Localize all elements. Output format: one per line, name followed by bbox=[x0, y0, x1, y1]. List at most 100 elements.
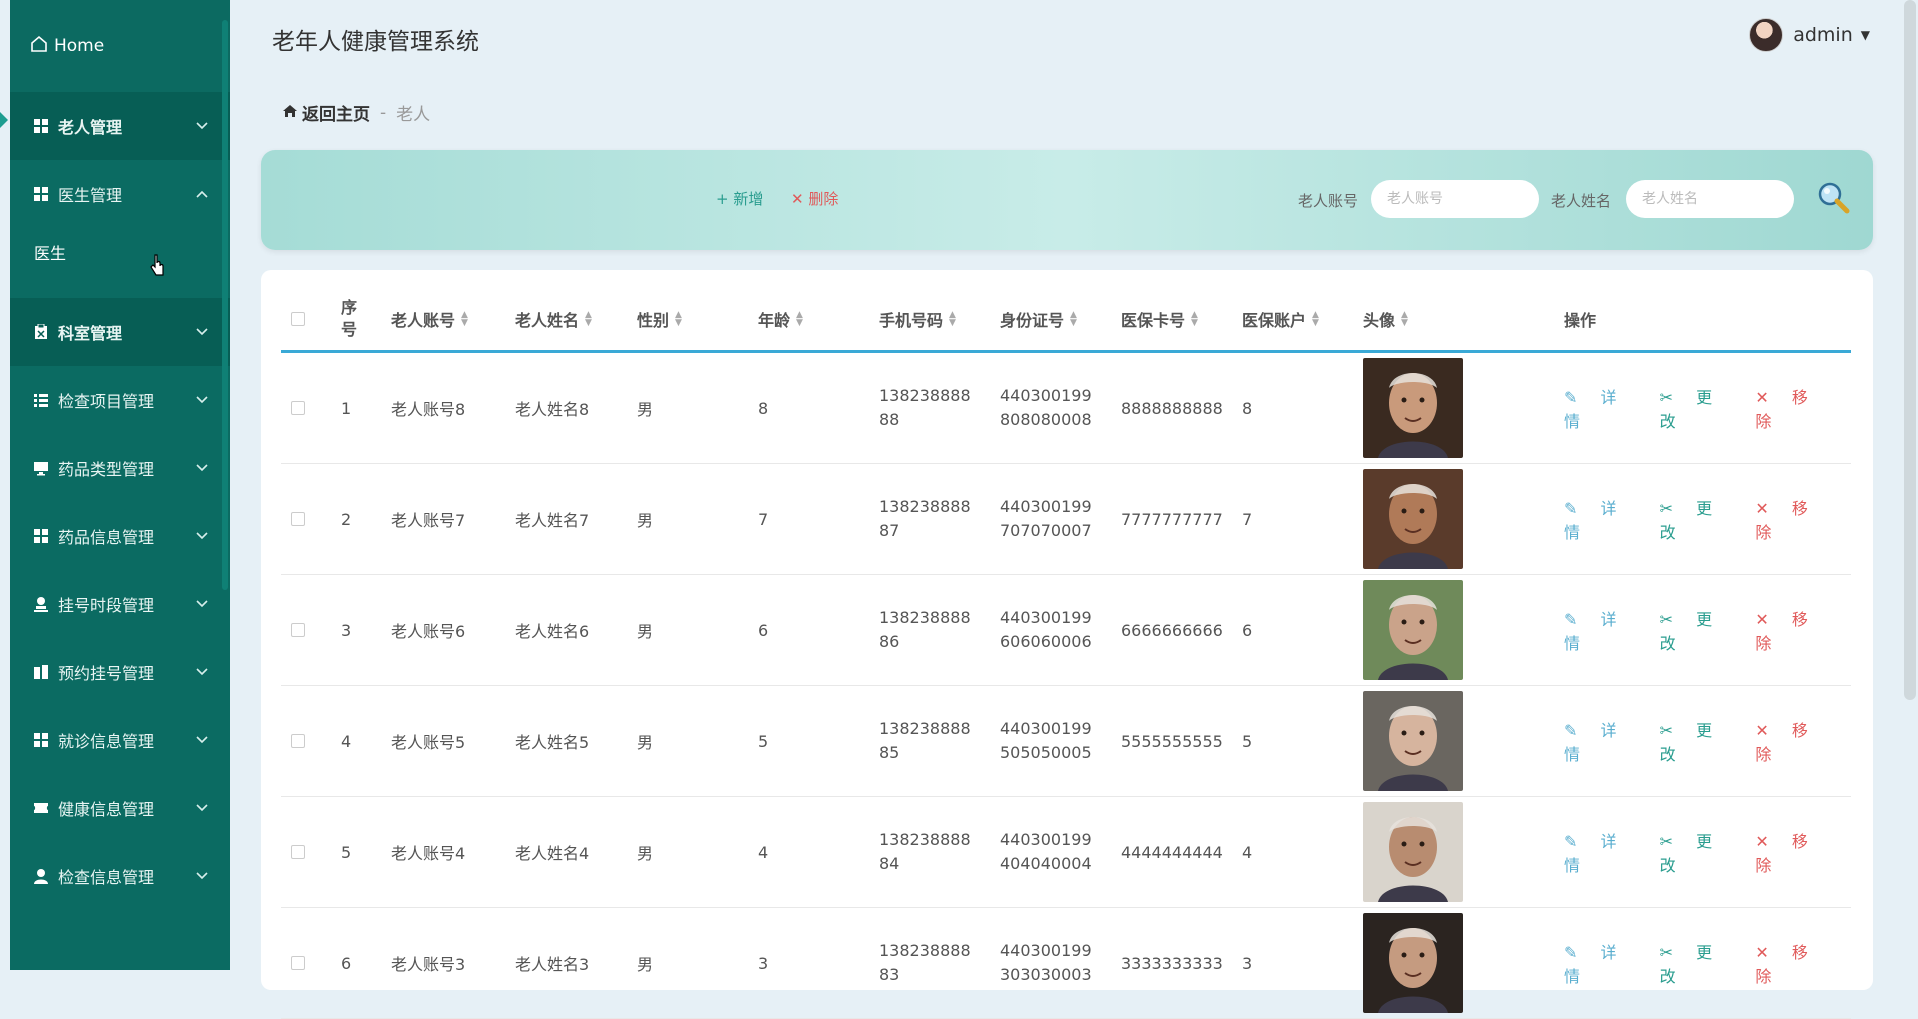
table-row: 2 老人账号7 老人姓名7 男 7 13823888887 4403001997070700… bbox=[281, 464, 1851, 575]
table-row: 5 老人账号4 老人姓名4 男 4 13823888884 4403001994040400… bbox=[281, 797, 1851, 908]
header-id-card[interactable]: 身份证号 ▲ ▼ bbox=[1000, 288, 1077, 350]
chevron-down-icon bbox=[196, 324, 208, 340]
page-scrollbar[interactable] bbox=[1904, 0, 1916, 700]
edit-button[interactable]: ✂ 更改 bbox=[1660, 717, 1738, 765]
remove-button[interactable]: ✕ 移除 bbox=[1755, 606, 1833, 654]
row-checkbox[interactable] bbox=[291, 845, 305, 859]
remove-button[interactable]: ✕ 移除 bbox=[1755, 384, 1833, 432]
sidebar-item-10[interactable]: 检查信息管理 bbox=[10, 842, 230, 910]
header-account[interactable]: 老人账号 ▲ ▼ bbox=[391, 288, 468, 350]
remove-button[interactable]: ✕ 移除 bbox=[1755, 939, 1833, 987]
chevron-down-icon bbox=[196, 868, 208, 884]
sidebar-subitem[interactable]: 医生 bbox=[10, 228, 230, 280]
add-button[interactable]: + 新增 bbox=[716, 188, 763, 209]
sidebar-home-label: Home bbox=[54, 36, 105, 56]
cell-insurance-account: 6 bbox=[1242, 620, 1253, 640]
edit-button[interactable]: ✂ 更改 bbox=[1660, 939, 1738, 987]
remove-button[interactable]: ✕ 移除 bbox=[1755, 495, 1833, 543]
cell-insurance-card: 4444444444 bbox=[1121, 842, 1223, 862]
header-insurance-account[interactable]: 医保账户 ▲ ▼ bbox=[1242, 288, 1319, 350]
row-checkbox[interactable] bbox=[291, 401, 305, 415]
cell-account: 老人账号7 bbox=[391, 511, 466, 530]
name-search-input[interactable] bbox=[1626, 180, 1794, 218]
cell-account: 老人账号4 bbox=[391, 844, 466, 863]
header-insurance-card[interactable]: 医保卡号 ▲ ▼ bbox=[1121, 288, 1198, 350]
detail-button[interactable]: ✎ 详情 bbox=[1564, 384, 1642, 432]
detail-icon: ✎ bbox=[1564, 832, 1583, 851]
search-icon bbox=[1818, 182, 1850, 214]
row-checkbox[interactable] bbox=[291, 734, 305, 748]
sidebar-item-2[interactable]: 科室管理 bbox=[10, 298, 230, 366]
sidebar-home[interactable]: Home bbox=[10, 0, 230, 92]
cell-index: 4 bbox=[341, 731, 352, 751]
sidebar-item-4[interactable]: 药品类型管理 bbox=[10, 434, 230, 502]
cell-insurance-account: 5 bbox=[1242, 731, 1253, 751]
row-checkbox[interactable] bbox=[291, 512, 305, 526]
sort-icon: ▲ ▼ bbox=[585, 310, 592, 328]
sidebar-item-0[interactable]: 老人管理 bbox=[10, 92, 230, 160]
cell-age: 4 bbox=[758, 842, 769, 862]
table-row: 1 老人账号8 老人姓名8 男 8 13823888888 4403001998080800… bbox=[281, 353, 1851, 464]
sidebar-item-1[interactable]: 医生管理 bbox=[10, 160, 230, 228]
detail-button[interactable]: ✎ 详情 bbox=[1564, 939, 1642, 987]
header-name[interactable]: 老人姓名 ▲ ▼ bbox=[515, 288, 592, 350]
detail-button[interactable]: ✎ 详情 bbox=[1564, 606, 1642, 654]
user-menu[interactable]: admin ▼ bbox=[1749, 18, 1870, 52]
sidebar-item-label: 预约挂号管理 bbox=[58, 664, 155, 683]
detail-icon: ✎ bbox=[1564, 610, 1583, 629]
cell-name: 老人姓名4 bbox=[515, 844, 590, 863]
sidebar-item-6[interactable]: 挂号时段管理 bbox=[10, 570, 230, 638]
account-search-input[interactable] bbox=[1371, 180, 1539, 218]
detail-icon: ✎ bbox=[1564, 499, 1583, 518]
header-gender[interactable]: 性别 ▲ ▼ bbox=[637, 288, 682, 350]
edit-button[interactable]: ✂ 更改 bbox=[1660, 606, 1738, 654]
table-row: 6 老人账号3 老人姓名3 男 3 13823888883 4403001993030300… bbox=[281, 908, 1851, 1019]
remove-icon: ✕ bbox=[1755, 832, 1774, 851]
cell-account: 老人账号5 bbox=[391, 733, 466, 752]
avatar-photo bbox=[1363, 802, 1463, 902]
sidebar-scrollbar[interactable] bbox=[222, 20, 228, 590]
ticket-icon bbox=[30, 800, 52, 816]
breadcrumb: 返回主页 - 老人 bbox=[282, 100, 430, 125]
sidebar-item-8[interactable]: 就诊信息管理 bbox=[10, 706, 230, 774]
sidebar-item-7[interactable]: 预约挂号管理 bbox=[10, 638, 230, 706]
remove-icon: ✕ bbox=[1755, 721, 1774, 740]
edit-button[interactable]: ✂ 更改 bbox=[1660, 828, 1738, 876]
detail-button[interactable]: ✎ 详情 bbox=[1564, 717, 1642, 765]
account-label: 老人账号 bbox=[1298, 192, 1359, 210]
select-all-checkbox[interactable] bbox=[291, 312, 305, 326]
cell-insurance-card: 6666666666 bbox=[1121, 620, 1223, 640]
detail-button[interactable]: ✎ 详情 bbox=[1564, 495, 1642, 543]
edit-button[interactable]: ✂ 更改 bbox=[1660, 495, 1738, 543]
detail-icon: ✎ bbox=[1564, 388, 1583, 407]
sidebar-item-3[interactable]: 检查项目管理 bbox=[10, 366, 230, 434]
sidebar: Home 老人管理医生管理医生科室管理检查项目管理药品类型管理 药品信息管理 挂号时… bbox=[10, 0, 230, 970]
sidebar-item-9[interactable]: 健康信息管理 bbox=[10, 774, 230, 842]
header-avatar[interactable]: 头像 ▲ ▼ bbox=[1363, 288, 1408, 350]
delete-button[interactable]: ✕ 删除 bbox=[791, 188, 838, 209]
sidebar-item-5[interactable]: 药品信息管理 bbox=[10, 502, 230, 570]
detail-button[interactable]: ✎ 详情 bbox=[1564, 828, 1642, 876]
cell-account: 老人账号6 bbox=[391, 622, 466, 641]
cell-phone: 13823888887 bbox=[879, 497, 971, 540]
clipboard-icon bbox=[30, 324, 52, 340]
sidebar-item-label: 检查信息管理 bbox=[58, 868, 155, 887]
header-phone[interactable]: 手机号码 ▲ ▼ bbox=[879, 288, 956, 350]
search-button[interactable] bbox=[1816, 180, 1852, 216]
cell-name: 老人姓名7 bbox=[515, 511, 590, 530]
chevron-down-icon bbox=[196, 528, 208, 544]
breadcrumb-home-link[interactable]: 返回主页 bbox=[302, 100, 370, 125]
remove-button[interactable]: ✕ 移除 bbox=[1755, 828, 1833, 876]
sidebar-item-label: 医生管理 bbox=[58, 186, 123, 205]
edit-button[interactable]: ✂ 更改 bbox=[1660, 384, 1738, 432]
cell-phone: 13823888884 bbox=[879, 830, 971, 873]
sidebar-item-label: 检查项目管理 bbox=[58, 392, 155, 411]
active-marker bbox=[0, 112, 8, 128]
row-checkbox[interactable] bbox=[291, 623, 305, 637]
row-checkbox[interactable] bbox=[291, 956, 305, 970]
sort-icon: ▲ ▼ bbox=[675, 310, 682, 328]
sidebar-item-label: 科室管理 bbox=[58, 324, 123, 343]
header-age[interactable]: 年龄 ▲ ▼ bbox=[758, 288, 803, 350]
remove-button[interactable]: ✕ 移除 bbox=[1755, 717, 1833, 765]
caret-down-icon: ▼ bbox=[1860, 28, 1870, 42]
